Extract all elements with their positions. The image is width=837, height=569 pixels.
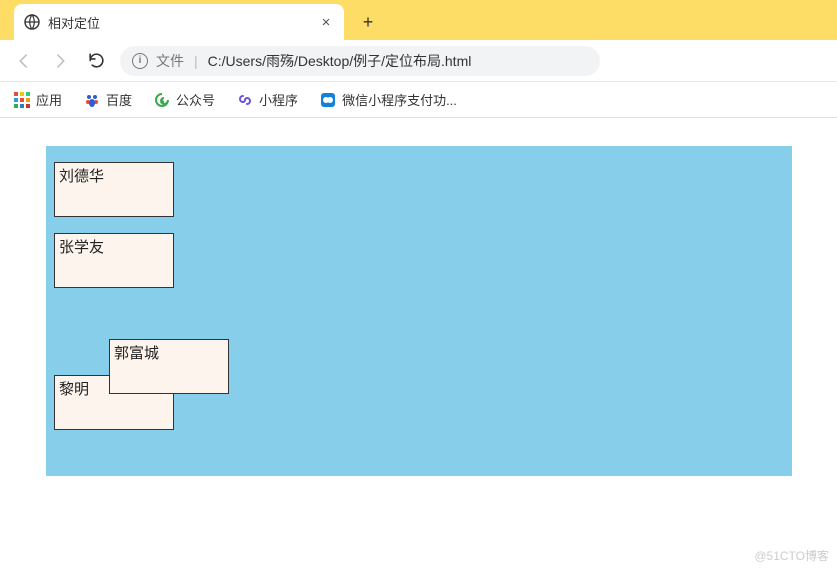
cell-2: 张学友: [54, 233, 174, 288]
cell-3-shifted: 郭富城: [109, 339, 229, 394]
watermark: @51CTO博客: [754, 547, 829, 564]
bookmark-bar: 应用 百度 公众号 小程序 微信小程序支付功...: [0, 82, 837, 118]
bookmark-baidu[interactable]: 百度: [84, 90, 132, 109]
page-content: 刘德华 张学友 郭富城 黎明: [0, 118, 837, 504]
info-icon[interactable]: i: [132, 53, 148, 69]
address-prefix: 文件: [156, 51, 184, 71]
address-separator: |: [194, 53, 198, 69]
address-path: C:/Users/雨殇/Desktop/例子/定位布局.html: [208, 51, 472, 71]
bookmark-xcx[interactable]: 小程序: [237, 90, 298, 109]
apps-icon: [14, 92, 30, 108]
back-button[interactable]: [12, 49, 36, 73]
cell-1: 刘德华: [54, 162, 174, 217]
close-icon[interactable]: ×: [318, 14, 334, 30]
baidu-icon: [84, 92, 100, 108]
bookmark-wxpay[interactable]: 微信小程序支付功...: [320, 90, 457, 109]
bookmark-label: 公众号: [176, 90, 215, 109]
toolbar: i 文件 | C:/Users/雨殇/Desktop/例子/定位布局.html: [0, 40, 837, 82]
bookmark-label: 百度: [106, 90, 132, 109]
tab-strip: 相对定位 × +: [0, 0, 837, 40]
bookmark-label: 小程序: [259, 90, 298, 109]
reload-button[interactable]: [84, 49, 108, 73]
bookmark-gzh[interactable]: 公众号: [154, 90, 215, 109]
swirl-icon: [154, 92, 170, 108]
miniprogram-icon: [237, 92, 253, 108]
forward-button[interactable]: [48, 49, 72, 73]
bookmark-label: 微信小程序支付功...: [342, 90, 457, 109]
new-tab-button[interactable]: +: [354, 8, 382, 36]
container-box: 刘德华 张学友 郭富城 黎明: [46, 146, 792, 476]
bookmark-label: 应用: [36, 90, 62, 109]
browser-tab[interactable]: 相对定位 ×: [14, 4, 344, 40]
globe-icon: [24, 14, 40, 30]
wechat-pay-icon: [320, 92, 336, 108]
tab-title: 相对定位: [48, 13, 310, 32]
bookmark-apps[interactable]: 应用: [14, 90, 62, 109]
address-bar[interactable]: i 文件 | C:/Users/雨殇/Desktop/例子/定位布局.html: [120, 46, 600, 76]
